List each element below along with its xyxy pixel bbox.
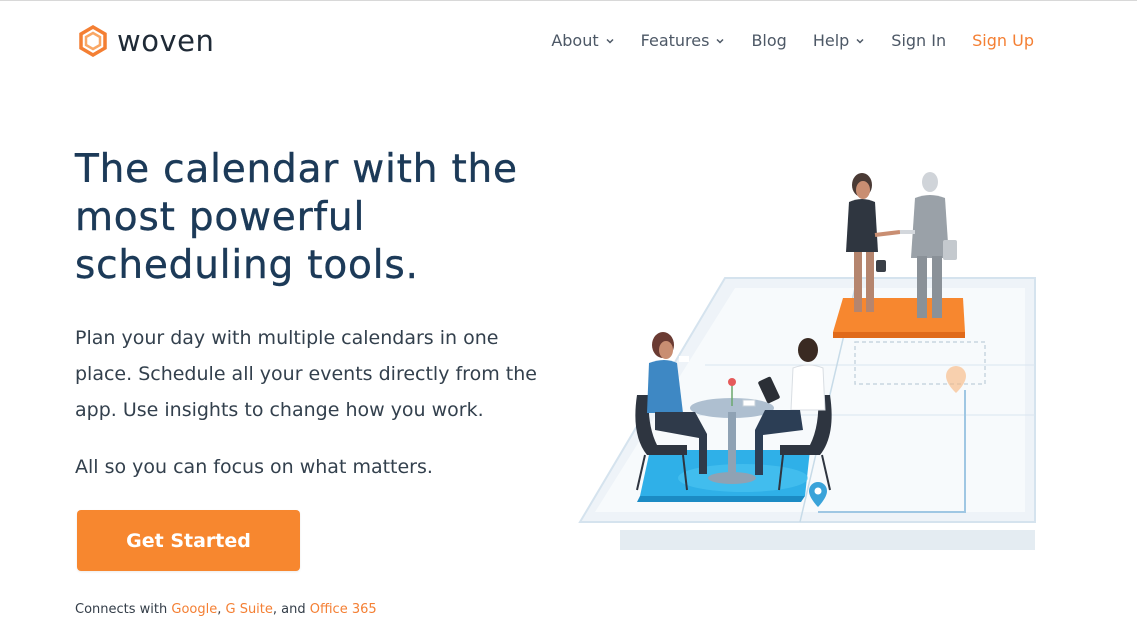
chevron-down-icon <box>856 38 864 44</box>
nav-sign-up[interactable]: Sign Up <box>972 31 1034 50</box>
nav-about-label: About <box>551 31 599 50</box>
logo-link[interactable]: woven <box>77 24 214 58</box>
main-nav: About Features Blog Help Sign In Sign Up <box>525 31 1034 50</box>
nav-features-label: Features <box>640 31 710 50</box>
orange-meeting-pad <box>833 298 965 332</box>
hero-lead: Plan your day with multiple calendars in… <box>75 327 537 421</box>
hexagon-logo-icon <box>79 25 107 57</box>
platform-base-shadow <box>620 530 1035 550</box>
get-started-button[interactable]: Get Started <box>77 510 300 571</box>
nav-help-label: Help <box>812 31 850 50</box>
hero-tagline: All so you can focus on what matters. <box>75 456 433 478</box>
hero-title-line-3: scheduling tools. <box>75 243 419 288</box>
nav-sign-up-label: Sign Up <box>972 31 1034 50</box>
google-link[interactable]: Google <box>171 602 217 617</box>
calendar-meeting-illustration <box>578 172 1036 550</box>
hero-title-line-1: The calendar with the <box>75 147 518 192</box>
connects-sep-2: , and <box>272 602 310 617</box>
logo-wordmark: woven <box>117 24 215 58</box>
nav-sign-in-label: Sign In <box>891 31 947 50</box>
chevron-down-icon <box>606 38 614 44</box>
connects-prefix: Connects with <box>75 602 172 617</box>
hero-title-line-2: most powerful <box>75 195 366 240</box>
nav-blog[interactable]: Blog <box>751 31 786 50</box>
site-header: woven About Features Blog Help Sign In S… <box>0 0 1137 84</box>
nav-help[interactable]: Help <box>813 31 865 50</box>
office365-link[interactable]: Office 365 <box>310 602 377 617</box>
gsuite-link[interactable]: G Suite <box>225 602 272 617</box>
nav-sign-in[interactable]: Sign In <box>891 31 946 50</box>
connects-note: Connects with Google, G Suite, and Offic… <box>75 602 377 617</box>
chevron-down-icon <box>716 38 724 44</box>
nav-features[interactable]: Features <box>641 31 726 50</box>
nav-about[interactable]: About <box>551 31 614 50</box>
hero-title: The calendar with the most powerful sche… <box>75 146 555 290</box>
nav-blog-label: Blog <box>751 31 787 50</box>
